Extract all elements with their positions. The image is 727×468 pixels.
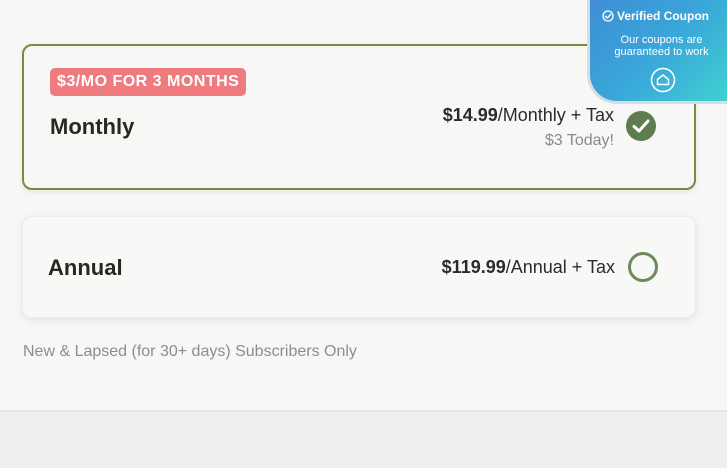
coupon-subtitle: Our coupons are guaranteed to work bbox=[614, 34, 709, 58]
radio-monthly-selected[interactable] bbox=[626, 111, 656, 141]
checkmark-icon bbox=[632, 119, 650, 133]
plan-card-annual[interactable]: Annual $119.99/Annual + Tax bbox=[22, 216, 696, 318]
plan-name-monthly: Monthly bbox=[50, 114, 135, 139]
verified-coupon-badge[interactable]: Verified Coupon Our coupons are guarante… bbox=[587, 0, 727, 104]
plan-name-annual: Annual bbox=[48, 255, 123, 280]
price-suffix-monthly: /Monthly + Tax bbox=[497, 105, 614, 125]
footer-band bbox=[0, 410, 727, 468]
radio-annual-unselected[interactable] bbox=[628, 252, 658, 282]
price-suffix-annual: /Annual + Tax bbox=[505, 257, 615, 277]
promo-badge: $3/MO FOR 3 MONTHS bbox=[50, 68, 247, 96]
check-circle-icon bbox=[602, 10, 614, 22]
home-outline-icon bbox=[650, 67, 676, 93]
coupon-title: Verified Coupon bbox=[602, 9, 709, 23]
today-price-note: $3 Today! bbox=[544, 132, 614, 149]
price-monthly: $14.99/Monthly + Tax bbox=[443, 105, 614, 126]
price-amount-monthly: $14.99 bbox=[442, 105, 498, 125]
price-amount-annual: $119.99 bbox=[441, 257, 506, 277]
price-annual: $119.99/Annual + Tax bbox=[442, 257, 615, 278]
coupon-title-text: Verified Coupon bbox=[617, 9, 710, 23]
eligibility-note: New & Lapsed (for 30+ days) Subscribers … bbox=[23, 343, 357, 360]
